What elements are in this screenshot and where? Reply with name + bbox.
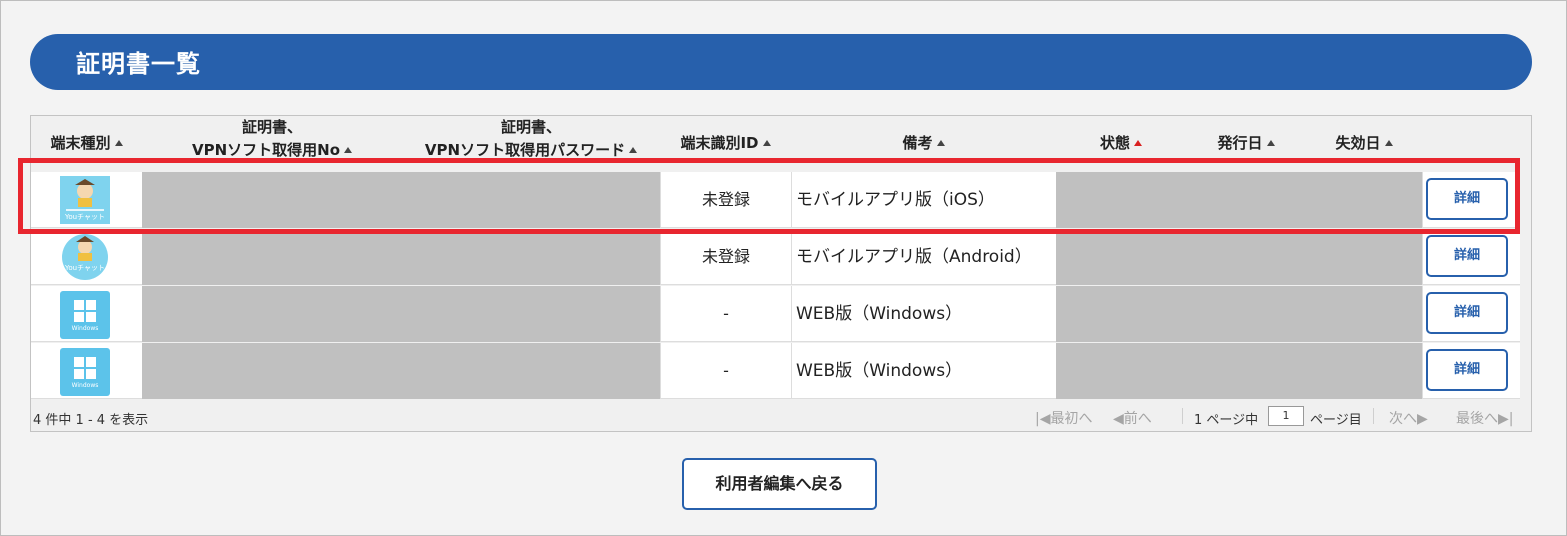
windows-icon-label: Windows <box>71 382 99 389</box>
header-vpn-no[interactable]: 証明書、 VPNソフト取得用No <box>142 116 402 162</box>
masked-cell <box>142 343 660 399</box>
masked-cell <box>1056 229 1422 285</box>
pager-next-label: 次へ <box>1389 411 1417 427</box>
sort-arrow-icon <box>1384 140 1393 146</box>
page-prefix: 1 ページ中 <box>1194 413 1259 428</box>
device-id-cell: - <box>660 343 791 399</box>
row-end <box>1520 286 1531 342</box>
header-vpn-pw-line1: 証明書、 <box>500 118 561 136</box>
masked-cell <box>142 172 660 228</box>
windows-icon: Windows <box>60 348 110 396</box>
header-vpn-no-line1: 証明書、 <box>241 118 302 136</box>
pager-prev[interactable]: ◀前へ <box>1113 408 1152 428</box>
page-number-input[interactable]: 1 <box>1268 406 1304 426</box>
back-to-user-edit-button[interactable]: 利用者編集へ戻る <box>682 458 877 510</box>
pager-last[interactable]: 最後へ▶| <box>1456 408 1513 428</box>
detail-button[interactable]: 詳細 <box>1426 178 1508 220</box>
record-count: 4 件中 1 - 4 を表示 <box>33 413 149 428</box>
pager: 4 件中 1 - 4 を表示 |◀最初へ ◀前へ 1 ページ中 1 ページ目 次… <box>31 403 1531 431</box>
device-type-cell: Youチャット <box>31 172 142 228</box>
row-end <box>1520 229 1531 285</box>
sort-arrow-icon <box>344 147 353 153</box>
table-row: Windows - WEB版（Windows） 詳細 <box>31 343 1531 399</box>
certificate-table: 端末種別 証明書、 VPNソフト取得用No 証明書、 VPNソフト取得用パスワー… <box>30 115 1532 432</box>
sort-arrow-icon <box>936 140 945 146</box>
pager-first[interactable]: |◀最初へ <box>1035 408 1092 428</box>
svg-text:Youチャット: Youチャット <box>64 264 105 272</box>
header-status-label: 状態 <box>1099 134 1130 152</box>
first-page-icon: |◀ <box>1035 411 1051 427</box>
header-device-id-label: 端末識別ID <box>680 134 759 152</box>
header-device-type[interactable]: 端末種別 <box>31 116 142 170</box>
masked-cell <box>142 286 660 342</box>
detail-cell: 詳細 <box>1422 286 1520 342</box>
masked-cell <box>1056 286 1422 342</box>
header-note[interactable]: 備考 <box>791 116 1056 170</box>
note-cell: モバイルアプリ版（iOS） <box>791 172 1056 228</box>
windows-icon-label: Windows <box>71 325 99 332</box>
last-page-icon: ▶| <box>1498 411 1514 427</box>
pager-last-label: 最後へ <box>1456 411 1498 427</box>
prev-page-icon: ◀ <box>1113 411 1124 427</box>
masked-cell <box>142 229 660 285</box>
header-device-id[interactable]: 端末識別ID <box>660 116 791 170</box>
youchat-app-icon: Youチャット <box>62 234 108 280</box>
header-vpn-password[interactable]: 証明書、 VPNソフト取得用パスワード <box>402 116 660 162</box>
sort-arrow-icon <box>762 140 771 146</box>
note-cell: WEB版（Windows） <box>791 343 1056 399</box>
header-note-label: 備考 <box>902 134 933 152</box>
sort-arrow-active-icon <box>1134 140 1142 146</box>
header-vpn-pw-line2: VPNソフト取得用パスワード <box>424 141 626 159</box>
device-id-cell: - <box>660 286 791 342</box>
header-issued[interactable]: 発行日 <box>1186 116 1306 170</box>
device-type-cell: Windows <box>31 343 142 399</box>
sort-arrow-icon <box>629 147 638 153</box>
note-cell: WEB版（Windows） <box>791 286 1056 342</box>
row-end <box>1520 172 1531 228</box>
detail-button[interactable]: 詳細 <box>1426 235 1508 277</box>
note-cell: モバイルアプリ版（Android） <box>791 229 1056 285</box>
header-issued-label: 発行日 <box>1217 134 1263 152</box>
header-device-type-label: 端末種別 <box>50 134 111 152</box>
row-end <box>1520 343 1531 399</box>
masked-cell <box>1056 343 1422 399</box>
detail-button[interactable]: 詳細 <box>1426 292 1508 334</box>
pager-prev-label: 前へ <box>1123 411 1152 427</box>
next-page-icon: ▶ <box>1417 411 1428 427</box>
device-type-cell: Windows <box>31 286 142 342</box>
header-vpn-no-line2: VPNソフト取得用No <box>191 141 341 159</box>
pager-first-label: 最初へ <box>1050 411 1093 427</box>
detail-cell: 詳細 <box>1422 229 1520 285</box>
windows-icon: Windows <box>60 291 110 339</box>
page-suffix: ページ目 <box>1310 413 1362 428</box>
device-type-cell: Youチャット <box>31 229 142 285</box>
table-row: Youチャット 未登録 モバイルアプリ版（Android） 詳細 <box>31 229 1531 285</box>
detail-cell: 詳細 <box>1422 343 1520 399</box>
pager-separator <box>1373 408 1374 424</box>
masked-cell <box>1056 172 1422 228</box>
page-title-bar: 証明書一覧 <box>30 34 1532 90</box>
table-row: Youチャット 未登録 モバイルアプリ版（iOS） 詳細 <box>31 172 1531 228</box>
header-expired-label: 失効日 <box>1335 134 1381 152</box>
detail-button[interactable]: 詳細 <box>1426 349 1508 391</box>
device-id-cell: 未登録 <box>660 172 791 228</box>
pager-next[interactable]: 次へ▶ <box>1389 408 1428 428</box>
svg-text:Youチャット: Youチャット <box>64 213 105 221</box>
pager-separator <box>1182 408 1183 424</box>
youchat-app-icon: Youチャット <box>60 176 110 224</box>
sort-arrow-icon <box>114 140 123 146</box>
device-id-cell: 未登録 <box>660 229 791 285</box>
sort-arrow-icon <box>1266 140 1275 146</box>
detail-cell: 詳細 <box>1422 172 1520 228</box>
header-expired[interactable]: 失効日 <box>1306 116 1422 170</box>
table-row: Windows - WEB版（Windows） 詳細 <box>31 286 1531 342</box>
header-status[interactable]: 状態 <box>1056 116 1186 170</box>
page-title: 証明書一覧 <box>76 50 201 78</box>
